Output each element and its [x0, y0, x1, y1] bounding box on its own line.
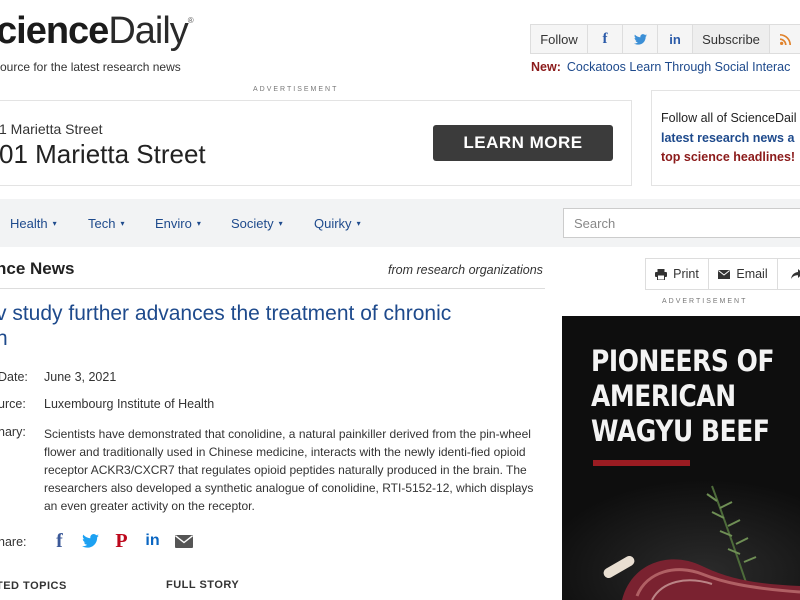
- follow-all-text: Follow all of ScienceDail: [661, 111, 797, 125]
- date-value: June 3, 2021: [44, 370, 117, 384]
- banner-ad-small-text: 1 Marietta Street: [0, 121, 103, 137]
- linkedin-follow-button[interactable]: in: [658, 25, 693, 53]
- pinterest-icon: P: [115, 529, 128, 552]
- nav-item-label: Society: [231, 216, 274, 231]
- email-button[interactable]: Email: [709, 259, 778, 289]
- email-icon: [174, 534, 193, 548]
- side-ad-title-line-2: AMERICAN: [591, 379, 736, 413]
- advertisement-label: ADVERTISEMENT: [253, 86, 339, 93]
- subscribe-button[interactable]: Subscribe: [693, 25, 770, 53]
- facebook-icon: f: [602, 30, 608, 47]
- banner-advertisement[interactable]: 1 Marietta Street 01 Marietta Street LEA…: [0, 100, 632, 186]
- facebook-follow-button[interactable]: f: [588, 25, 623, 53]
- facebook-icon: f: [56, 529, 63, 552]
- article-tools: Print Email: [645, 258, 800, 290]
- print-button[interactable]: Print: [646, 259, 709, 289]
- nav-item-enviro[interactable]: Enviro ▾: [155, 216, 201, 231]
- chevron-down-icon: ▾: [52, 219, 57, 228]
- email-label: Email: [736, 267, 768, 281]
- advertisement-label: ADVERTISEMENT: [662, 298, 748, 305]
- summary-text: Scientists have demonstrated that conoli…: [44, 427, 534, 513]
- main-navigation: Health ▾ Tech ▾ Enviro ▾ Society ▾ Quirky ▾ S…: [0, 199, 800, 247]
- nav-item-label: Health: [10, 216, 48, 231]
- nav-item-tech[interactable]: Tech ▾: [88, 216, 124, 231]
- follow-all-box: Follow all of ScienceDail latest researc…: [651, 90, 800, 186]
- banner-ad-headline: 01 Marietta Street: [0, 139, 206, 169]
- summary-label: nary:: [0, 425, 26, 439]
- section-source-note: from research organizations: [388, 263, 543, 277]
- nav-item-label: Quirky: [314, 216, 352, 231]
- site-logo[interactable]: cienceDaily®: [0, 10, 194, 53]
- share-arrow-icon: [791, 268, 800, 279]
- steak-image: [562, 466, 800, 600]
- share-button[interactable]: [778, 259, 800, 289]
- side-ad-title-line-1: PIONEERS OF: [591, 344, 775, 378]
- rss-icon: [779, 33, 791, 45]
- chevron-down-icon: ▾: [278, 219, 283, 228]
- new-headline-ticker: New: Cockatoos Learn Through Social Inter…: [531, 60, 790, 74]
- chevron-down-icon: ▾: [196, 219, 201, 228]
- linkedin-icon: in: [669, 31, 681, 47]
- share-linkedin-button[interactable]: in: [137, 530, 168, 552]
- date-label: Date:: [0, 370, 28, 384]
- chevron-down-icon: ▾: [120, 219, 125, 228]
- article-headline: v study further advances the treatment o…: [0, 301, 536, 351]
- share-pinterest-button[interactable]: P: [106, 530, 137, 552]
- nav-item-label: Tech: [88, 216, 116, 231]
- print-label: Print: [673, 267, 699, 281]
- article-headline-line-1: v study further advances the treatment o…: [0, 302, 452, 325]
- side-ad-title-line-3: WAGYU BEEF: [591, 414, 770, 448]
- nav-item-quirky[interactable]: Quirky ▾: [314, 216, 361, 231]
- article-headline-line-2: n: [0, 327, 8, 350]
- side-advertisement[interactable]: PIONEERS OF AMERICAN WAGYU BEEF SHOP NOW: [562, 316, 800, 600]
- nav-item-society[interactable]: Society ▾: [231, 216, 283, 231]
- logo-registered-mark: ®: [187, 16, 194, 25]
- linkedin-icon: in: [145, 532, 160, 549]
- rss-button[interactable]: [770, 25, 800, 53]
- share-buttons: f P in: [44, 530, 199, 552]
- new-headline-link[interactable]: Cockatoos Learn Through Social Interac: [567, 60, 791, 74]
- follow-button[interactable]: Follow: [531, 25, 588, 53]
- twitter-icon: [82, 534, 99, 548]
- logo-part-daily: Daily: [108, 10, 188, 52]
- learn-more-button[interactable]: LEARN MORE: [433, 125, 613, 161]
- share-facebook-button[interactable]: f: [44, 530, 75, 552]
- share-twitter-button[interactable]: [75, 530, 106, 552]
- nav-item-health[interactable]: Health ▾: [10, 216, 57, 231]
- section-title: nce News: [0, 259, 75, 278]
- print-icon: [655, 268, 668, 280]
- share-email-button[interactable]: [168, 530, 199, 552]
- divider: [0, 288, 545, 289]
- twitter-icon: [633, 33, 647, 45]
- search-input[interactable]: Search: [563, 208, 800, 238]
- search-placeholder: Search: [574, 215, 616, 231]
- top-headlines-link[interactable]: top science headlines!: [661, 150, 795, 164]
- chevron-down-icon: ▾: [356, 219, 361, 228]
- site-tagline: ource for the latest research news: [0, 60, 181, 74]
- latest-news-link[interactable]: latest research news a: [661, 131, 794, 145]
- new-label: New:: [531, 60, 561, 74]
- twitter-follow-button[interactable]: [623, 25, 658, 53]
- email-icon: [718, 269, 731, 279]
- source-label: urce:: [0, 397, 26, 411]
- related-topics-heading: TED TOPICS: [0, 580, 67, 592]
- nav-item-label: Enviro: [155, 216, 192, 231]
- source-value[interactable]: Luxembourg Institute of Health: [44, 397, 214, 411]
- full-story-heading: FULL STORY: [166, 579, 240, 591]
- follow-bar: Follow f in Subscribe: [530, 24, 800, 54]
- share-label: hare:: [0, 535, 27, 549]
- logo-part-science: cience: [0, 10, 109, 52]
